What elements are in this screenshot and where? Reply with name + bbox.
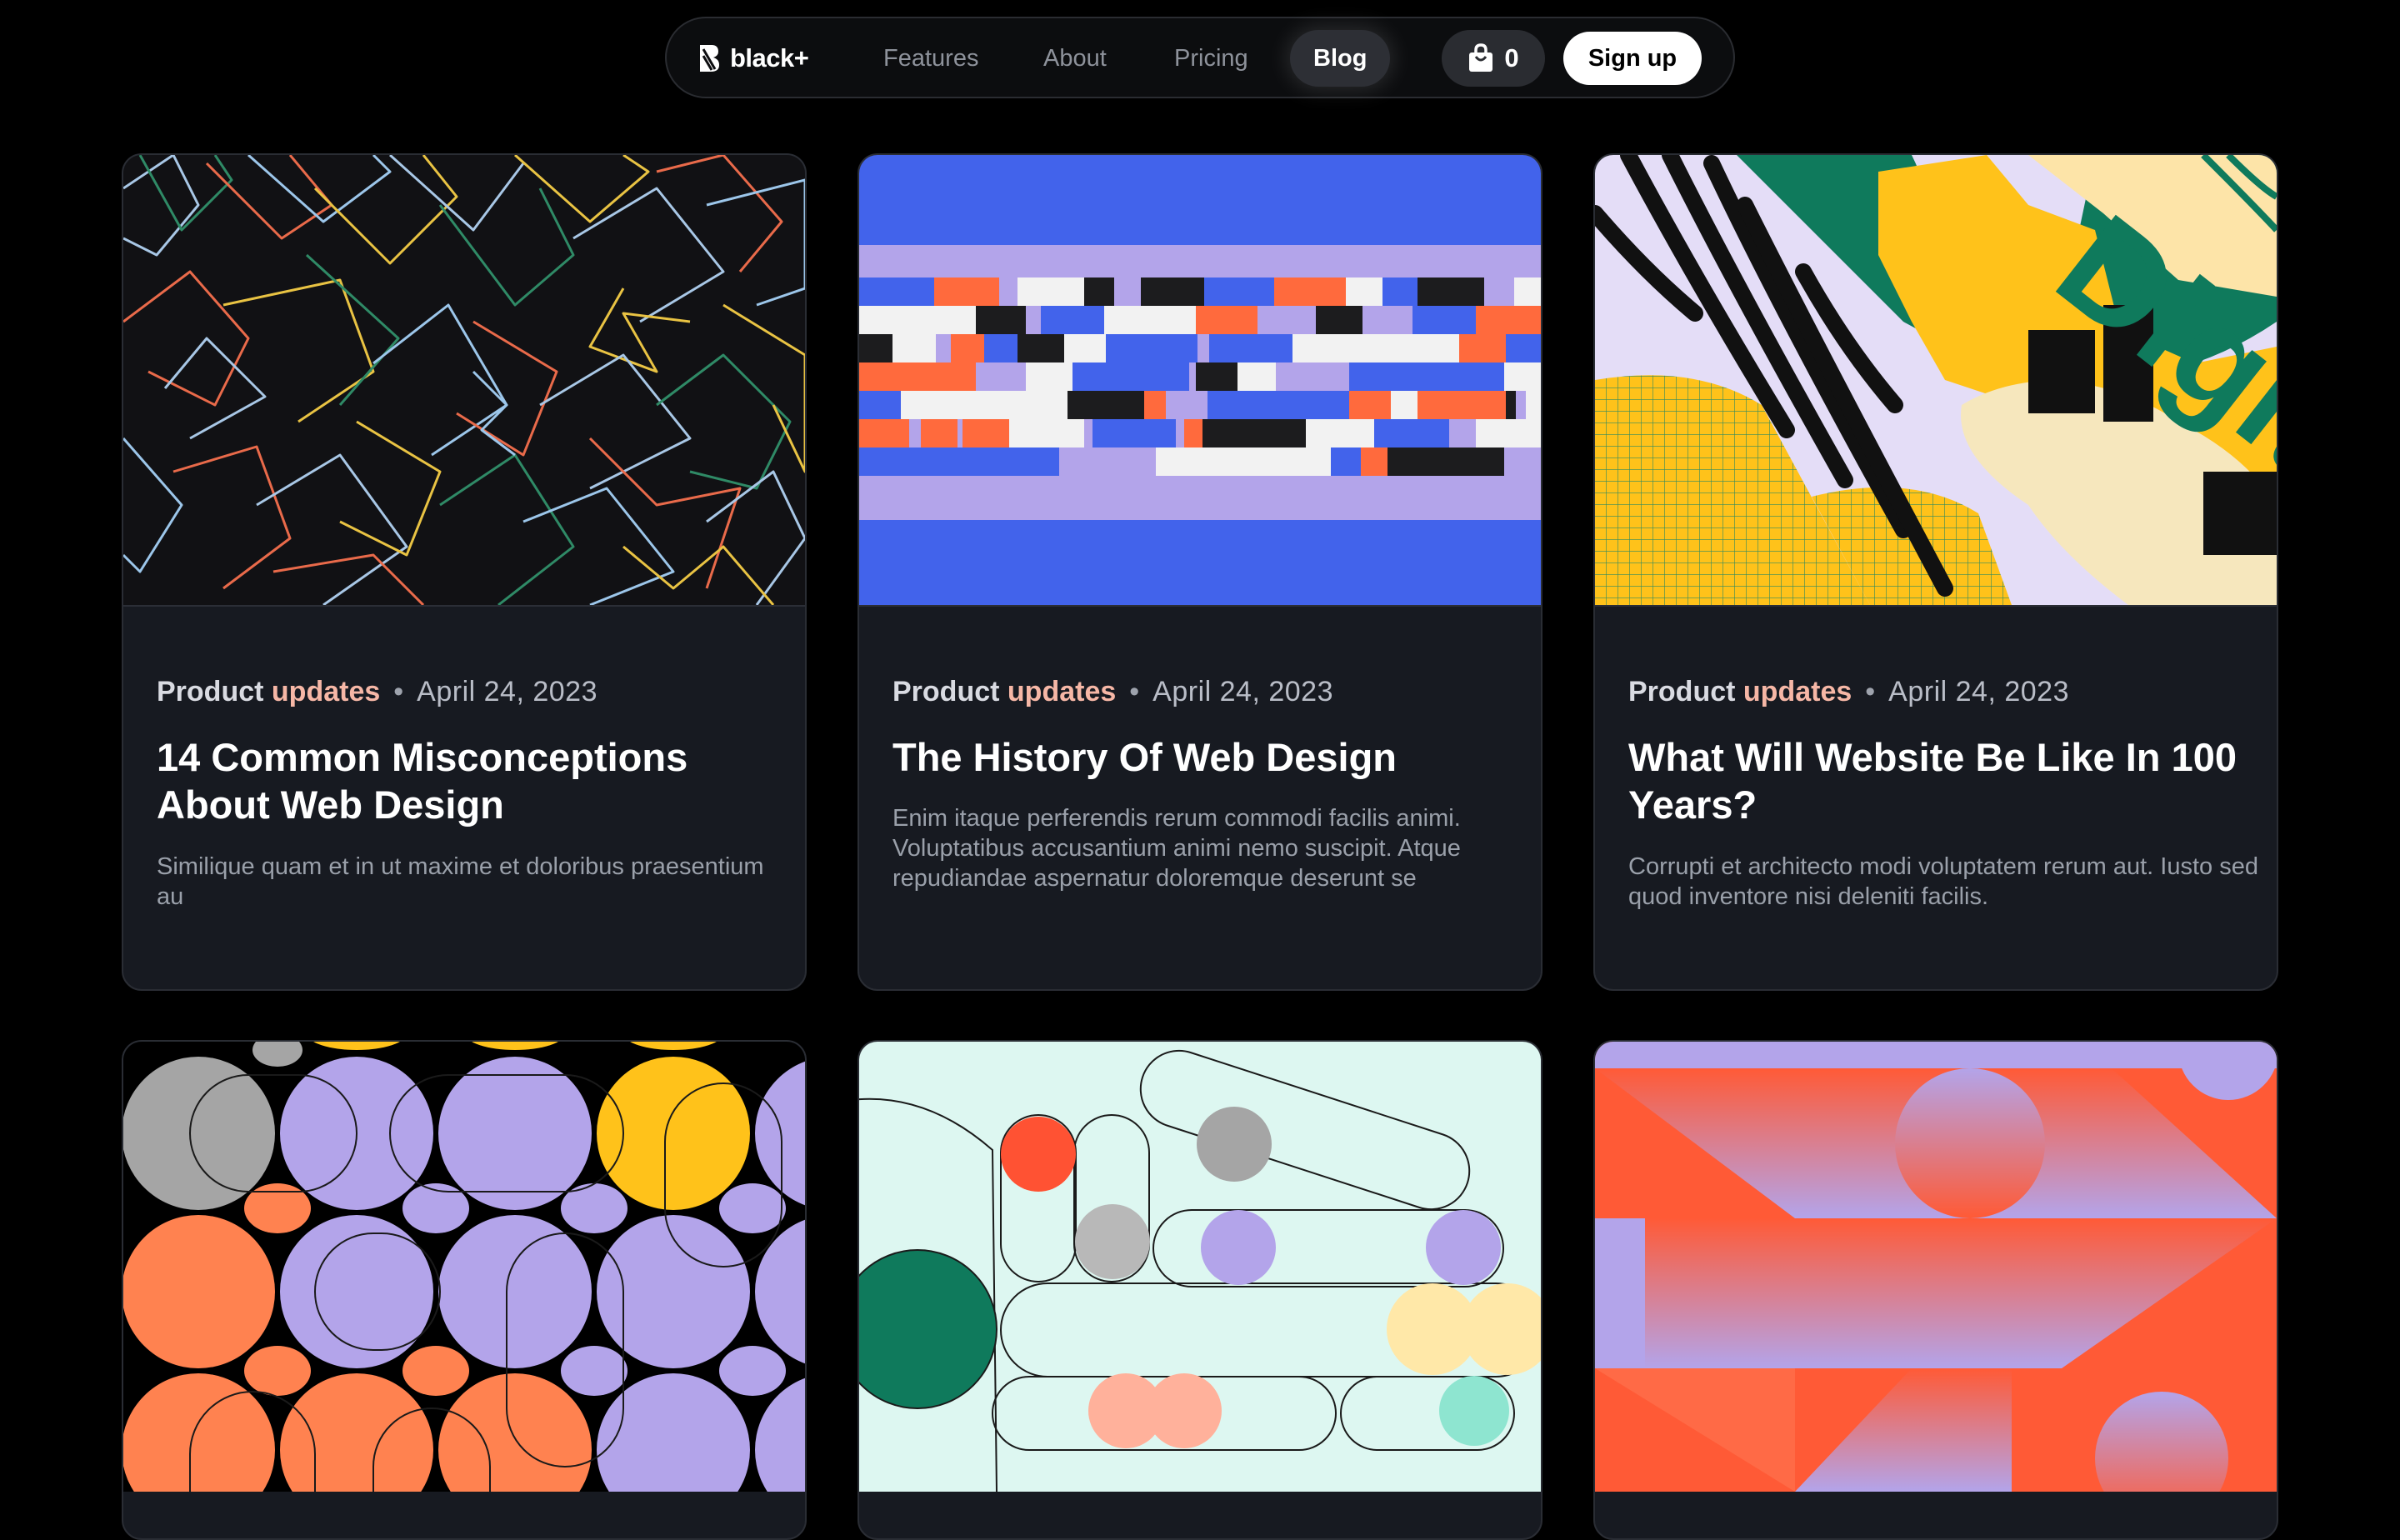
post-cover-image <box>859 1042 1541 1492</box>
post-category-label[interactable]: Product <box>892 676 999 708</box>
post-category-accent[interactable]: updates <box>272 676 380 708</box>
blog-card[interactable]: Product updates • April 24, 2023 14 Common… <box>122 153 807 991</box>
nav-link-about[interactable]: About <box>1043 42 1107 75</box>
post-date: April 24, 2023 <box>1888 676 2069 708</box>
card-divider <box>123 605 805 607</box>
nav-link-pricing[interactable]: Pricing <box>1174 42 1248 75</box>
blog-card[interactable] <box>858 1040 1542 1540</box>
post-cover-image <box>859 155 1541 605</box>
post-category-accent[interactable]: updates <box>1008 676 1116 708</box>
cart-count: 0 <box>1504 43 1519 72</box>
post-cover-image <box>123 1042 805 1492</box>
logo-icon <box>700 45 719 72</box>
post-title[interactable]: The History Of Web Design <box>892 733 1509 781</box>
post-cover-image <box>1595 1042 2277 1492</box>
nav-link-blog[interactable]: Blog <box>1290 30 1391 87</box>
post-title[interactable]: 14 Common Misconceptions About Web Desig… <box>157 733 773 828</box>
blog-card[interactable] <box>122 1040 807 1540</box>
post-date: April 24, 2023 <box>417 676 598 708</box>
post-excerpt: Corrupti et architecto modi voluptatem r… <box>1628 853 2258 910</box>
post-category-label[interactable]: Product <box>1628 676 1735 708</box>
blog-card[interactable] <box>1593 1040 2278 1540</box>
post-date: April 24, 2023 <box>1152 676 1333 708</box>
brand-logo[interactable]: black+ <box>697 42 809 75</box>
post-meta: Product updates • April 24, 2023 <box>1628 673 2069 710</box>
brand-name: black+ <box>730 43 809 72</box>
post-meta: Product updates • April 24, 2023 <box>157 673 598 710</box>
blog-card[interactable]: Digit Product updates • April 24, 2023 Wha… <box>1593 153 2278 991</box>
post-category-label[interactable]: Product <box>157 676 263 708</box>
nav-link-features[interactable]: Features <box>883 42 978 75</box>
post-category-accent[interactable]: updates <box>1743 676 1852 708</box>
blog-card[interactable]: Product updates • April 24, 2023 The Histo… <box>858 153 1542 991</box>
meta-separator: • <box>1865 676 1876 708</box>
sign-up-button[interactable]: Sign up <box>1563 32 1702 85</box>
meta-separator: • <box>1129 676 1140 708</box>
post-excerpt: Enim itaque perferendis rerum commodi fa… <box>892 805 1461 892</box>
cart-button[interactable]: 0 <box>1442 30 1545 87</box>
post-cover-image: Digit <box>1595 155 2277 605</box>
card-divider <box>1595 605 2277 607</box>
top-navigation: black+ Features About Pricing Blog 0 Sig… <box>665 17 1735 98</box>
post-excerpt: Similique quam et in ut maxime et dolori… <box>157 853 764 910</box>
meta-separator: • <box>393 676 404 708</box>
post-cover-image <box>123 155 805 605</box>
post-meta: Product updates • April 24, 2023 <box>892 673 1333 710</box>
shopping-bag-icon <box>1469 43 1493 72</box>
post-title[interactable]: What Will Website Be Like In 100 Years? <box>1628 733 2245 828</box>
card-divider <box>859 605 1541 607</box>
